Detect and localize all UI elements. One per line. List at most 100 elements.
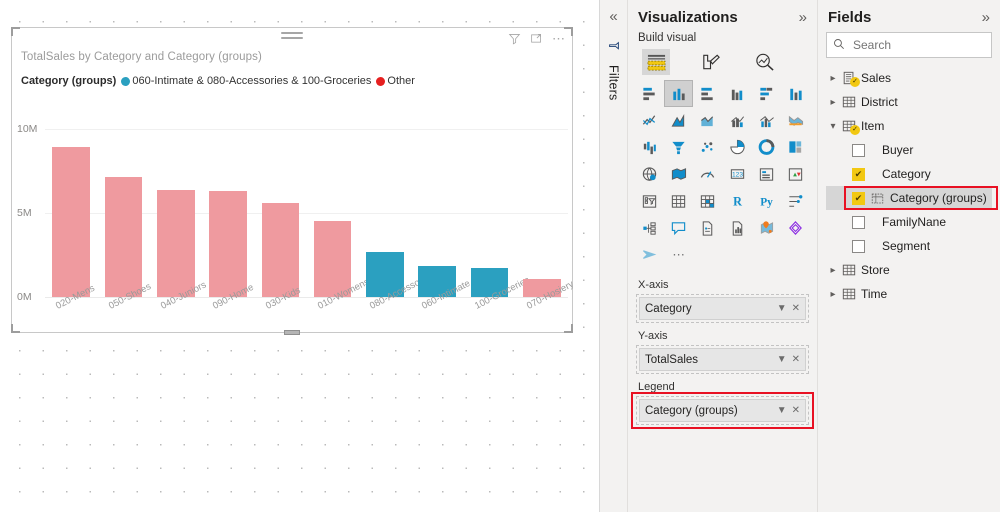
legend-item-grouped[interactable]: 060-Intimate & 080-Accessories & 100-Gro… (121, 75, 371, 87)
focus-mode-icon[interactable] (530, 32, 543, 45)
clustered-bar-chart-icon[interactable] (694, 81, 721, 106)
python-visual-icon[interactable]: Py (753, 189, 780, 214)
paginated-report-icon[interactable] (723, 216, 750, 241)
ribbon-chart-icon[interactable] (782, 108, 809, 133)
field-checkbox[interactable] (852, 215, 865, 229)
y-axis-well[interactable]: TotalSales ▼ ✕ (639, 348, 806, 371)
y-axis-well-dropzone[interactable]: TotalSales ▼ ✕ (636, 345, 809, 374)
filled-map-icon[interactable] (665, 162, 692, 187)
analytics-icon[interactable] (750, 49, 778, 75)
azure-map-icon[interactable] (753, 216, 780, 241)
resize-handle-tl[interactable] (11, 27, 20, 36)
legend-remove-icon[interactable]: ✕ (792, 405, 800, 416)
table-row-district[interactable]: ▸ District (826, 90, 992, 114)
field-checkbox[interactable] (852, 143, 865, 157)
field-row-familynane[interactable]: FamilyNane (826, 210, 992, 234)
chevron-right-icon[interactable]: ▸ (826, 97, 840, 108)
collapse-filters-icon[interactable]: « (609, 9, 617, 24)
field-row-category[interactable]: Category (826, 162, 992, 186)
x-axis-remove-icon[interactable]: ✕ (792, 303, 800, 314)
report-canvas[interactable]: ⋯ TotalSales by Category and Category (g… (0, 0, 600, 512)
filter-arrow-icon[interactable] (607, 40, 621, 57)
field-checkbox[interactable] (852, 167, 865, 181)
search-input[interactable] (851, 37, 985, 53)
expand-visualizations-icon[interactable]: » (799, 9, 807, 26)
100-percent-stacked-bar-chart-icon[interactable] (753, 81, 780, 106)
filters-rail[interactable]: « Filters (600, 0, 628, 512)
field-row-buyer[interactable]: Buyer (826, 138, 992, 162)
resize-handle-bl[interactable] (11, 324, 20, 333)
legend-well[interactable]: Category (groups) ▼ ✕ (639, 399, 806, 422)
chevron-right-icon[interactable]: ▸ (826, 265, 840, 276)
format-visual-icon[interactable] (696, 49, 724, 75)
filters-pane-label[interactable]: Filters (607, 65, 621, 100)
legend-well-dropzone[interactable]: Category (groups) ▼ ✕ (636, 396, 809, 425)
stacked-area-chart-icon[interactable] (694, 108, 721, 133)
power-automate-icon[interactable] (636, 243, 663, 268)
field-row-category-groups[interactable]: Category (groups) (826, 186, 998, 210)
waterfall-chart-icon[interactable] (636, 135, 663, 160)
legend-item-other[interactable]: Other (376, 75, 415, 87)
build-visual-icon[interactable] (642, 49, 670, 75)
chevron-right-icon[interactable]: ▸ (826, 289, 840, 300)
table-row-store[interactable]: ▸ Store (826, 258, 992, 282)
donut-chart-icon[interactable] (753, 135, 780, 160)
visual-drag-handle[interactable] (281, 32, 303, 42)
narrative-icon[interactable] (694, 216, 721, 241)
pane-tab-strip[interactable] (636, 47, 809, 79)
line-and-clustered-column-chart-icon[interactable] (753, 108, 780, 133)
field-checkbox[interactable] (852, 191, 865, 205)
line-and-stacked-column-chart-icon[interactable] (723, 108, 750, 133)
kpi-icon[interactable] (782, 162, 809, 187)
fields-tree[interactable]: ▸✓Sales▸District▾✓ItemBuyerCategoryCateg… (826, 66, 998, 306)
x-axis-well[interactable]: Category ▼ ✕ (639, 297, 806, 320)
stacked-column-chart-icon[interactable] (664, 80, 694, 107)
resize-handle-br[interactable] (564, 324, 573, 333)
search-box[interactable] (826, 32, 992, 58)
bar-020-Mens[interactable] (52, 147, 90, 297)
resize-handle-tr[interactable] (564, 27, 573, 36)
chevron-down-icon[interactable]: ▾ (826, 121, 840, 132)
decomposition-tree-icon[interactable] (636, 216, 663, 241)
field-checkbox[interactable] (852, 239, 865, 253)
field-row-segment[interactable]: Segment (826, 234, 992, 258)
visualization-gallery[interactable]: 123 R Py ⋯ (636, 79, 809, 272)
slicer-icon[interactable] (636, 189, 663, 214)
100-percent-stacked-column-chart-icon[interactable] (782, 81, 809, 106)
table-icon[interactable] (665, 189, 692, 214)
x-axis-well-dropzone[interactable]: Category ▼ ✕ (636, 294, 809, 323)
bar-030-Kids[interactable] (261, 202, 300, 297)
resize-handle-bottom[interactable] (284, 330, 300, 335)
treemap-icon[interactable] (782, 135, 809, 160)
q-and-a-icon[interactable] (665, 216, 692, 241)
bar-090-Home[interactable] (209, 191, 247, 297)
stacked-bar-chart-icon[interactable] (636, 81, 663, 106)
r-script-visual-icon[interactable]: R (723, 189, 750, 214)
line-chart-icon[interactable] (636, 108, 663, 133)
x-axis-chevron-down-icon[interactable]: ▼ (777, 303, 787, 314)
power-apps-icon[interactable] (782, 216, 809, 241)
y-axis-chevron-down-icon[interactable]: ▼ (777, 354, 787, 365)
scatter-chart-icon[interactable] (694, 135, 721, 160)
column-chart-visual[interactable]: ⋯ TotalSales by Category and Category (g… (11, 27, 576, 335)
matrix-icon[interactable] (694, 189, 721, 214)
chevron-right-icon[interactable]: ▸ (826, 73, 840, 84)
table-row-time[interactable]: ▸ Time (826, 282, 992, 306)
key-influencers-icon[interactable] (782, 189, 809, 214)
map-icon[interactable] (636, 162, 663, 187)
bar-040-Juniors[interactable] (156, 190, 195, 297)
legend-chevron-down-icon[interactable]: ▼ (777, 405, 787, 416)
card-icon[interactable]: 123 (723, 162, 750, 187)
pie-chart-icon[interactable] (723, 135, 750, 160)
bar-050-Shoes[interactable] (104, 176, 143, 297)
clustered-column-chart-icon[interactable] (723, 81, 750, 106)
y-axis-remove-icon[interactable]: ✕ (792, 354, 800, 365)
table-row-sales[interactable]: ▸ ✓ Sales (826, 66, 992, 90)
funnel-chart-icon[interactable] (665, 135, 692, 160)
expand-fields-icon[interactable]: » (982, 9, 990, 26)
gauge-icon[interactable] (694, 162, 721, 187)
multi-row-card-icon[interactable] (753, 162, 780, 187)
bar-series[interactable]: 020-Mens 050-Shoes 040-Juniors 090-Home 030-… (45, 92, 576, 334)
area-chart-icon[interactable] (665, 108, 692, 133)
table-row-item[interactable]: ▾ ✓ Item (826, 114, 992, 138)
